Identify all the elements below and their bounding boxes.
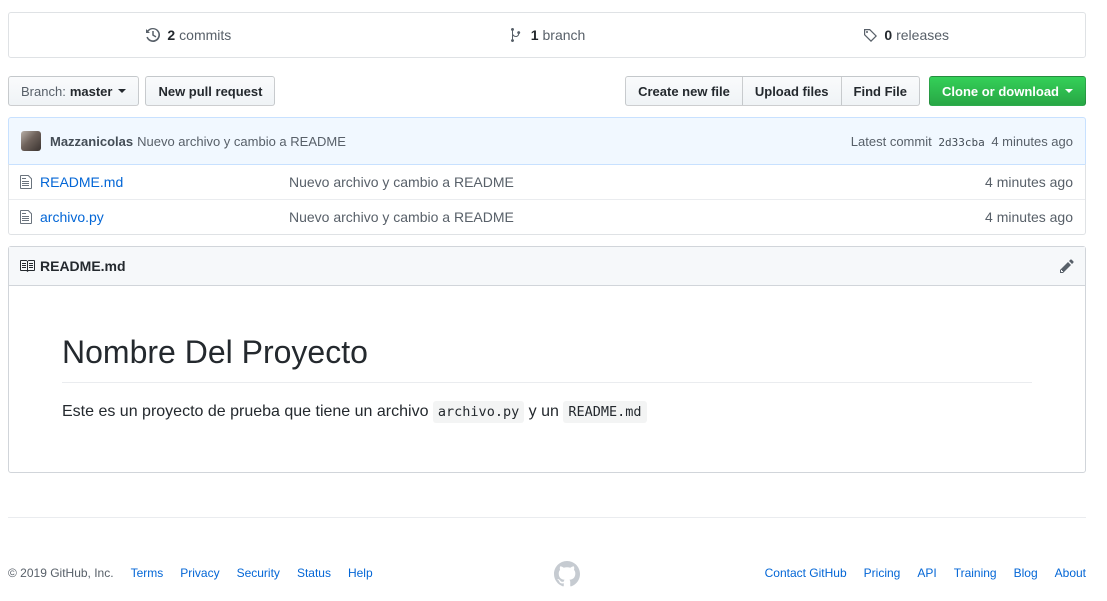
file-name-link[interactable]: README.md xyxy=(40,174,289,190)
footer-link-security[interactable]: Security xyxy=(237,566,280,580)
latest-commit-bar: Mazzanicolas Nuevo archivo y cambio a RE… xyxy=(8,117,1086,165)
footer-link-about[interactable]: About xyxy=(1055,566,1086,580)
readme-header: README.md xyxy=(9,247,1085,286)
commits-label: commits xyxy=(179,27,232,43)
history-icon xyxy=(146,27,161,42)
readme-text-middle: y un xyxy=(524,403,564,420)
readme-heading: Nombre Del Proyecto xyxy=(62,332,1032,383)
file-commit-message-link[interactable]: Nuevo archivo y cambio a README xyxy=(289,209,985,225)
latest-commit-label: Latest commit xyxy=(850,133,932,149)
clone-or-download-button[interactable]: Clone or download xyxy=(929,76,1086,106)
footer-link-status[interactable]: Status xyxy=(297,566,331,580)
commit-message-link[interactable]: Nuevo archivo y cambio a README xyxy=(137,134,346,149)
footer-link-privacy[interactable]: Privacy xyxy=(180,566,219,580)
upload-files-button[interactable]: Upload files xyxy=(741,76,842,106)
find-file-button[interactable]: Find File xyxy=(840,76,920,106)
releases-label: releases xyxy=(896,27,950,43)
commit-age: 4 minutes ago xyxy=(991,133,1073,149)
footer-link-blog[interactable]: Blog xyxy=(1014,566,1038,580)
code-archivo: archivo.py xyxy=(432,401,525,423)
readme-paragraph: Este es un proyecto de prueba que tiene … xyxy=(62,401,1032,423)
readme-content: Nombre Del Proyecto Este es un proyecto … xyxy=(9,332,1085,423)
branch-name: master xyxy=(69,83,113,99)
caret-down-icon xyxy=(118,89,127,93)
readme-title: README.md xyxy=(40,258,126,274)
branches-count: 1 xyxy=(530,27,539,43)
footer-link-contact[interactable]: Contact GitHub xyxy=(765,566,847,580)
file-age: 4 minutes ago xyxy=(985,209,1073,225)
code-readme: README.md xyxy=(563,401,647,423)
branches-link[interactable]: 1 branch xyxy=(368,13,727,57)
tag-icon xyxy=(864,29,878,42)
footer-right-links: Contact GitHub Pricing API Training Blog… xyxy=(748,566,1086,580)
create-new-file-button[interactable]: Create new file xyxy=(625,76,743,106)
site-footer: © 2019 GitHub, Inc. Terms Privacy Securi… xyxy=(8,560,1086,587)
footer-divider xyxy=(8,517,1086,518)
footer-link-api[interactable]: API xyxy=(917,566,936,580)
readme-text-before: Este es un proyecto de prueba que tiene … xyxy=(62,403,433,420)
file-navigation: Branch: master New pull request Create n… xyxy=(8,76,1086,106)
avatar[interactable] xyxy=(21,131,41,151)
table-row: README.md Nuevo archivo y cambio a READM… xyxy=(9,164,1085,199)
file-icon xyxy=(20,174,32,189)
pencil-icon[interactable] xyxy=(1059,258,1075,274)
commits-link[interactable]: 2 commits xyxy=(9,13,368,57)
releases-link[interactable]: 0 releases xyxy=(726,13,1085,57)
repo-summary-bar: 2 commits 1 branch 0 releases xyxy=(8,12,1086,58)
caret-down-icon xyxy=(1065,89,1073,93)
footer-copyright: © 2019 GitHub, Inc. xyxy=(8,566,114,580)
table-row: archivo.py Nuevo archivo y cambio a READ… xyxy=(9,199,1085,234)
file-list: README.md Nuevo archivo y cambio a READM… xyxy=(8,164,1086,235)
file-name-link[interactable]: archivo.py xyxy=(40,209,289,225)
file-commit-message-link[interactable]: Nuevo archivo y cambio a README xyxy=(289,174,985,190)
commits-count: 2 xyxy=(167,27,176,43)
github-logo-icon[interactable] xyxy=(554,561,580,587)
branch-prefix: Branch: xyxy=(21,83,66,99)
clone-or-download-label: Clone or download xyxy=(942,83,1059,99)
releases-count: 0 xyxy=(884,27,893,43)
latest-commit-info: Latest commit 2d33cba 4 minutes ago xyxy=(851,134,1073,149)
file-actions-group: Create new file Upload files Find File xyxy=(625,76,920,106)
footer-link-help[interactable]: Help xyxy=(348,566,373,580)
branches-label: branch xyxy=(542,27,586,43)
book-icon xyxy=(20,260,35,272)
commit-sha-link[interactable]: 2d33cba xyxy=(938,136,984,149)
footer-link-terms[interactable]: Terms xyxy=(131,566,164,580)
commit-author-link[interactable]: Mazzanicolas xyxy=(50,134,133,149)
file-age: 4 minutes ago xyxy=(985,173,1073,190)
footer-link-training[interactable]: Training xyxy=(954,566,997,580)
file-icon xyxy=(20,210,32,224)
readme-panel: README.md Nombre Del Proyecto Este es un… xyxy=(8,246,1086,473)
branch-icon xyxy=(510,27,520,43)
branch-select-button[interactable]: Branch: master xyxy=(8,76,140,106)
footer-link-pricing[interactable]: Pricing xyxy=(864,566,901,580)
new-pull-request-button[interactable]: New pull request xyxy=(145,76,276,106)
